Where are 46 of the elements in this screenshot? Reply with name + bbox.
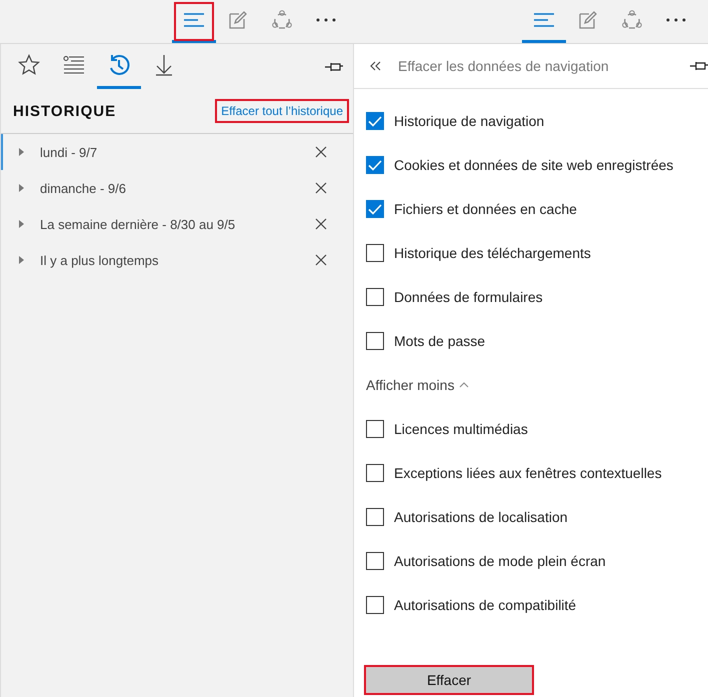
checkbox-label: Licences multimédias bbox=[394, 421, 528, 437]
checkbox[interactable] bbox=[366, 332, 384, 350]
checkbox-label: Autorisations de compatibilité bbox=[394, 597, 576, 613]
checkbox[interactable] bbox=[366, 112, 384, 130]
checkbox[interactable] bbox=[366, 244, 384, 262]
panel-title: Effacer les données de navigation bbox=[398, 58, 609, 74]
checkbox[interactable] bbox=[366, 288, 384, 306]
checkbox[interactable] bbox=[366, 200, 384, 218]
history-group[interactable]: Il y a plus longtemps bbox=[1, 242, 353, 278]
clear-button[interactable]: Effacer bbox=[364, 665, 534, 695]
close-icon[interactable] bbox=[315, 182, 327, 194]
checkbox[interactable] bbox=[366, 552, 384, 570]
history-group-label: dimanche - 9/6 bbox=[40, 180, 127, 196]
checkbox[interactable] bbox=[366, 464, 384, 482]
close-icon[interactable] bbox=[315, 218, 327, 230]
history-group-label: lundi - 9/7 bbox=[40, 144, 98, 160]
checkbox[interactable] bbox=[366, 596, 384, 614]
expand-caret-icon[interactable] bbox=[19, 148, 24, 156]
checkbox-label: Autorisations de mode plein écran bbox=[394, 553, 606, 569]
checkbox[interactable] bbox=[366, 420, 384, 438]
close-icon[interactable] bbox=[315, 146, 327, 158]
history-group[interactable]: La semaine dernière - 8/30 au 9/5 bbox=[1, 206, 353, 242]
checkbox-label: Historique de navigation bbox=[394, 113, 544, 129]
checkbox-label: Mots de passe bbox=[394, 333, 486, 349]
checkbox-label: Historique des téléchargements bbox=[394, 245, 591, 261]
checkbox-label: Cookies et données de site web enregistrées bbox=[394, 157, 674, 173]
checkbox-label: Données de formulaires bbox=[394, 289, 543, 305]
expand-caret-icon[interactable] bbox=[19, 184, 24, 192]
clear-all-history-link[interactable]: Effacer tout l’historique bbox=[217, 101, 347, 121]
checkbox-label: Autorisations de localisation bbox=[394, 509, 568, 525]
expand-caret-icon[interactable] bbox=[19, 256, 24, 264]
close-icon[interactable] bbox=[315, 254, 327, 266]
history-group[interactable]: dimanche - 9/6 bbox=[1, 170, 353, 206]
checkbox[interactable] bbox=[366, 156, 384, 174]
pin-icon[interactable] bbox=[325, 62, 343, 72]
history-heading: HISTORIQUE bbox=[13, 102, 116, 120]
pin-icon[interactable] bbox=[690, 61, 708, 71]
checkbox[interactable] bbox=[366, 508, 384, 526]
history-group-label: Il y a plus longtemps bbox=[40, 252, 160, 268]
back-chevrons-icon[interactable] bbox=[370, 61, 382, 71]
checkbox-label: Exceptions liées aux fenêtres contextuelles bbox=[394, 465, 662, 481]
checkbox-label: Fichiers et données en cache bbox=[394, 201, 577, 217]
show-less-toggle[interactable]: Afficher moins bbox=[366, 363, 696, 407]
history-group-label: La semaine dernière - 8/30 au 9/5 bbox=[40, 216, 236, 232]
caret-up-icon[interactable] bbox=[459, 382, 470, 388]
expand-caret-icon[interactable] bbox=[19, 220, 24, 228]
